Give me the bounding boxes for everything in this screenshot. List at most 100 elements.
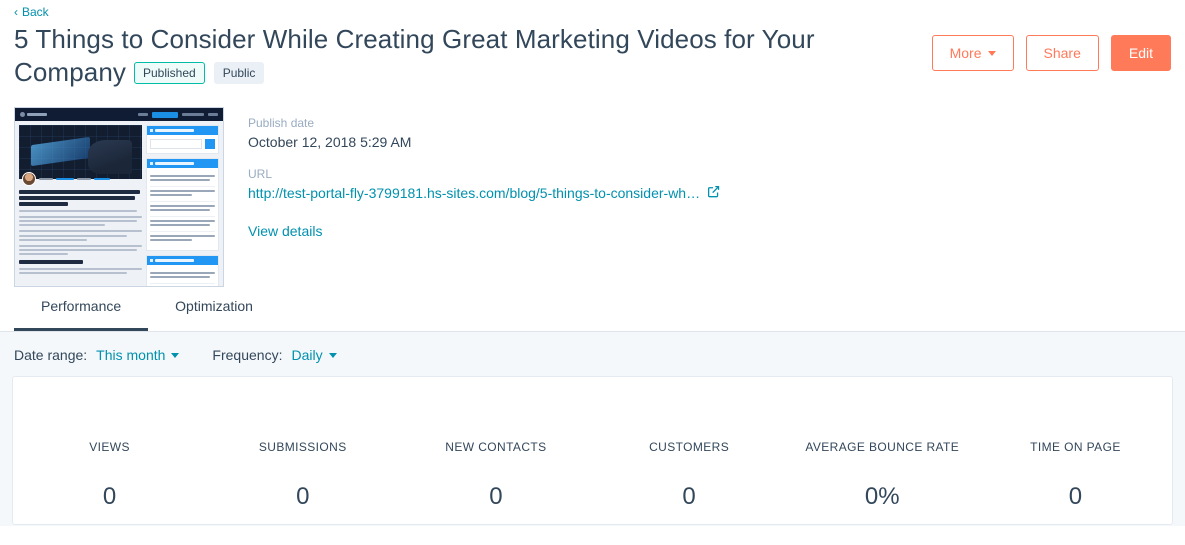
preview-post-meta — [19, 172, 142, 186]
list-item — [150, 269, 215, 284]
widget-title — [155, 259, 194, 262]
post-url-link[interactable]: http://test-portal-fly-3799181.hs-sites.… — [248, 183, 720, 203]
preview-title-line — [19, 196, 135, 200]
metric-views: VIEWS 0 — [13, 439, 206, 524]
back-link[interactable]: ‹ Back — [14, 0, 49, 20]
preview-text-line — [19, 244, 142, 247]
preview-widget-popular-posts — [146, 158, 219, 251]
widget-icon — [150, 259, 153, 262]
widget-icon — [150, 129, 153, 132]
metric-label: VIEWS — [89, 440, 130, 454]
preview-post-title — [19, 190, 142, 206]
edit-button[interactable]: Edit — [1110, 35, 1171, 71]
widget-title — [155, 129, 194, 132]
list-item — [150, 232, 215, 246]
widget-title — [155, 162, 194, 165]
more-button-label: More — [949, 45, 982, 61]
preview-hero-figure — [87, 140, 133, 174]
url-label: URL — [248, 167, 273, 181]
status-badge-published: Published — [133, 62, 205, 84]
preview-navbar — [15, 108, 223, 121]
preview-title-line — [19, 190, 140, 194]
tab-optimization[interactable]: Optimization — [148, 285, 280, 331]
preview-nav-item — [182, 113, 204, 116]
preview-widget-blog-search — [146, 125, 219, 154]
preview-sidebar — [146, 125, 219, 286]
preview-paragraph — [19, 216, 142, 227]
post-details: Publish date October 12, 2018 5:29 AM UR… — [248, 107, 720, 287]
more-button[interactable]: More — [931, 35, 1014, 71]
preview-widget-header — [147, 126, 218, 135]
preview-text-line — [19, 210, 138, 212]
preview-widget-body — [147, 135, 218, 153]
preview-widget-header — [147, 256, 218, 265]
tab-bar: Performance Optimization — [14, 285, 280, 331]
date-range-select[interactable]: This month — [96, 347, 180, 363]
preview-nav-item — [208, 113, 218, 116]
header-actions: More Share Edit — [931, 35, 1171, 71]
metrics-card: VIEWS 0 SUBMISSIONS 0 NEW CONTACTS 0 CUS… — [12, 376, 1173, 525]
preview-paragraph — [19, 268, 142, 275]
preview-text-line — [19, 230, 142, 233]
preview-text-line — [19, 216, 142, 218]
preview-meta-link — [94, 178, 110, 180]
post-url-text: http://test-portal-fly-3799181.hs-sites.… — [248, 185, 701, 201]
metric-submissions: SUBMISSIONS 0 — [206, 439, 399, 524]
metric-value: 0% — [864, 483, 900, 510]
preview-paragraph — [19, 244, 142, 256]
share-button[interactable]: Share — [1025, 35, 1099, 71]
metric-label: SUBMISSIONS — [258, 440, 347, 454]
metric-value: 0 — [682, 483, 696, 510]
preview-text-line — [19, 238, 87, 241]
view-details-link[interactable]: View details — [248, 221, 322, 241]
publish-date-value: October 12, 2018 5:29 AM — [248, 134, 412, 150]
list-item — [150, 187, 215, 202]
preview-meta-link — [56, 178, 74, 180]
tab-performance[interactable]: Performance — [14, 285, 149, 331]
metric-label: TIME ON PAGE — [1030, 440, 1121, 454]
preview-widget-header — [147, 159, 218, 168]
preview-body — [15, 121, 223, 286]
preview-logo-mark — [20, 112, 25, 117]
preview-logo — [20, 112, 47, 117]
frequency-select[interactable]: Daily — [291, 347, 337, 363]
preview-search-input — [150, 139, 202, 149]
title-row: 5 Things to Consider While Creating Grea… — [14, 23, 1171, 89]
title-block: 5 Things to Consider While Creating Grea… — [14, 23, 844, 89]
preview-text-line — [19, 220, 138, 223]
preview-nav-cta — [152, 111, 178, 118]
metric-value: 0 — [489, 483, 503, 510]
metric-label: AVERAGE BOUNCE RATE — [805, 440, 960, 454]
date-range-value: This month — [96, 347, 166, 363]
preview-logo-text — [27, 113, 47, 116]
preview-meta-label — [39, 178, 53, 180]
preview-section-heading — [19, 260, 83, 265]
preview-search-row — [150, 139, 215, 149]
caret-down-icon — [987, 50, 996, 56]
preview-text-line — [19, 272, 128, 275]
frequency-value: Daily — [291, 347, 323, 363]
filter-bar: Date range: This month Frequency: Daily — [0, 332, 1185, 376]
external-link-icon — [707, 183, 720, 203]
preview-paragraph — [19, 210, 142, 212]
badge-group: Published Public — [133, 62, 265, 84]
date-range-label: Date range: — [14, 347, 88, 363]
post-header-section: ‹ Back 5 Things to Consider While Creati… — [0, 0, 1185, 332]
metric-value: 0 — [1068, 483, 1083, 510]
preview-text-line — [19, 234, 128, 237]
metrics-card-wrapper: VIEWS 0 SUBMISSIONS 0 NEW CONTACTS 0 CUS… — [0, 376, 1185, 526]
caret-down-icon — [171, 352, 180, 358]
thumbnail-inner — [15, 108, 223, 286]
list-item — [150, 217, 215, 232]
avatar — [22, 172, 36, 186]
preview-article — [19, 125, 142, 286]
back-link-label: Back — [22, 5, 49, 19]
preview-nav-item — [138, 113, 148, 116]
chevron-left-icon: ‹ — [14, 5, 18, 19]
preview-hero-image — [19, 125, 142, 179]
list-item — [150, 202, 215, 217]
publish-date-label: Publish date — [248, 116, 315, 130]
preview-text-line — [19, 253, 69, 256]
preview-text-line — [19, 268, 142, 271]
blog-post-preview-thumbnail[interactable] — [14, 107, 224, 287]
